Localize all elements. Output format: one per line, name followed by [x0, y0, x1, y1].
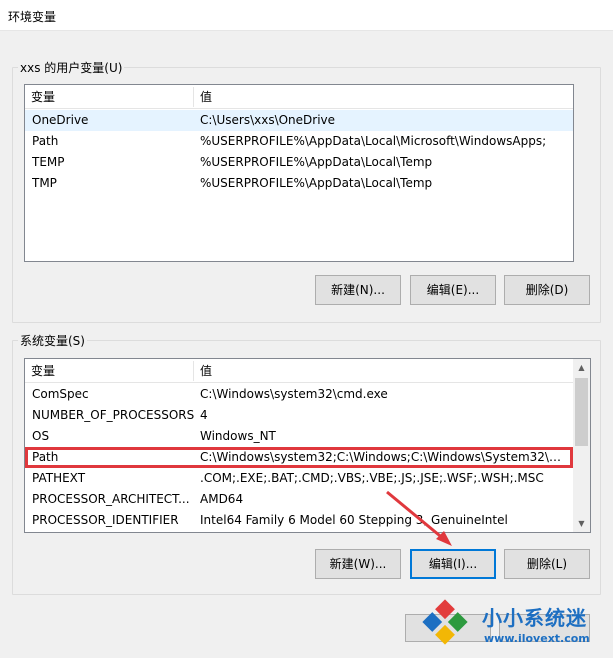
list-item-tmp[interactable]: TMP %USERPROFILE%\AppData\Local\Temp: [25, 173, 573, 194]
variable-name: TEMP: [32, 155, 65, 169]
variable-value: Windows_NT: [200, 429, 276, 443]
user-delete-button[interactable]: 删除(D): [504, 275, 590, 305]
user-variables-label: xxs 的用户变量(U): [18, 59, 125, 76]
system-variables-list[interactable]: 变量 值 ComSpec C:\Windows\system32\cmd.exe…: [24, 358, 591, 533]
variable-name: ComSpec: [32, 387, 89, 401]
watermark-url: www.ilovext.com: [484, 632, 590, 645]
variable-name: PROCESSOR_IDENTIFIER: [32, 513, 179, 527]
watermark-brand: 小小系统迷: [482, 606, 587, 630]
system-delete-button[interactable]: 删除(L): [504, 549, 590, 579]
list-item-onedrive[interactable]: OneDrive C:\Users\xxs\OneDrive: [25, 110, 573, 131]
variable-name: PATHEXT: [32, 471, 86, 485]
column-header-value[interactable]: 值: [194, 85, 573, 109]
scroll-down-icon[interactable]: ▼: [573, 515, 590, 532]
column-header-variable[interactable]: 变量: [25, 359, 193, 383]
variable-value: Intel64 Family 6 Model 60 Stepping 3, Ge…: [200, 513, 508, 527]
variable-value: %USERPROFILE%\AppData\Local\Temp: [200, 176, 433, 190]
list-item-path-highlighted[interactable]: Path C:\Windows\system32;C:\Windows;C:\W…: [25, 447, 573, 468]
variable-value: .COM;.EXE;.BAT;.CMD;.VBS;.VBE;.JS;.JSE;.…: [200, 471, 544, 485]
list-item-comspec[interactable]: ComSpec C:\Windows\system32\cmd.exe: [25, 384, 573, 405]
list-item-pathext[interactable]: PATHEXT .COM;.EXE;.BAT;.CMD;.VBS;.VBE;.J…: [25, 468, 573, 489]
list-item-os[interactable]: OS Windows_NT: [25, 426, 573, 447]
variable-name: TMP: [32, 176, 57, 190]
variable-value: C:\Users\xxs\OneDrive: [200, 113, 336, 127]
list-item-number-of-processors[interactable]: NUMBER_OF_PROCESSORS 4: [25, 405, 573, 426]
variable-name: NUMBER_OF_PROCESSORS: [32, 408, 195, 422]
list-item-temp[interactable]: TEMP %USERPROFILE%\AppData\Local\Temp: [25, 152, 573, 173]
user-new-button[interactable]: 新建(N)...: [315, 275, 401, 305]
watermark-logo-icon: [422, 599, 468, 645]
variable-value: %USERPROFILE%\AppData\Local\Microsoft\Wi…: [200, 134, 547, 148]
variable-name: PROCESSOR_ARCHITECT...: [32, 492, 190, 506]
scroll-up-icon[interactable]: ▲: [573, 359, 590, 376]
user-variables-header: 变量 值: [25, 85, 573, 109]
variable-name: OS: [32, 429, 50, 443]
list-item-processor-identifier[interactable]: PROCESSOR_IDENTIFIER Intel64 Family 6 Mo…: [25, 510, 573, 531]
title-bar: 环境变量: [0, 0, 613, 31]
user-variables-list[interactable]: 变量 值 OneDrive C:\Users\xxs\OneDrive Path…: [24, 84, 574, 262]
system-variables-label: 系统变量(S): [18, 332, 87, 349]
column-header-value[interactable]: 值: [194, 359, 564, 383]
system-new-button[interactable]: 新建(W)...: [315, 549, 401, 579]
variable-value: C:\Windows\system32;C:\Windows;C:\Window…: [200, 450, 566, 464]
scroll-thumb[interactable]: [575, 378, 588, 446]
variable-value: AMD64: [200, 492, 244, 506]
variable-name: Path: [32, 134, 59, 148]
list-item-processor-architecture[interactable]: PROCESSOR_ARCHITECT... AMD64: [25, 489, 573, 510]
variable-name: OneDrive: [32, 113, 89, 127]
list-item-path[interactable]: Path %USERPROFILE%\AppData\Local\Microso…: [25, 131, 573, 152]
system-edit-button[interactable]: 编辑(I)...: [410, 549, 496, 579]
user-edit-button[interactable]: 编辑(E)...: [410, 275, 496, 305]
column-header-variable[interactable]: 变量: [25, 85, 193, 109]
vertical-scrollbar[interactable]: ▲ ▼: [573, 359, 590, 532]
variable-value: 4: [200, 408, 208, 422]
window-title: 环境变量: [8, 10, 57, 24]
variable-value: C:\Windows\system32\cmd.exe: [200, 387, 388, 401]
system-variables-header: 变量 值: [25, 359, 573, 383]
variable-name: Path: [32, 450, 59, 464]
variable-value: %USERPROFILE%\AppData\Local\Temp: [200, 155, 433, 169]
